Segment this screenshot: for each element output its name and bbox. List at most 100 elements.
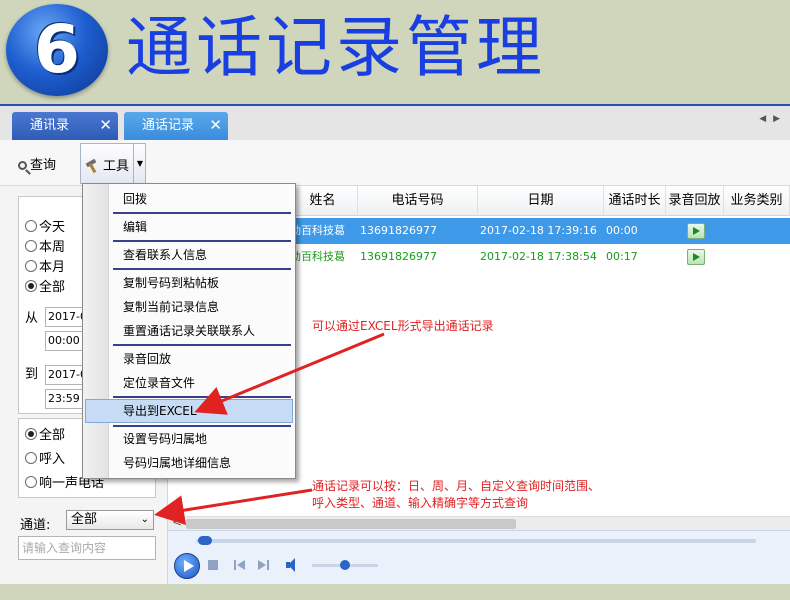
play-icon[interactable]	[174, 553, 200, 579]
menu-item-export-excel[interactable]: 导出到EXCEL	[123, 400, 197, 422]
tab-call-records[interactable]: 通话记录 ✕	[124, 112, 228, 140]
column-header-duration[interactable]: 通话时长	[604, 186, 666, 216]
cell-phone: 13691826977	[360, 224, 437, 237]
menu-item-callback[interactable]: 回拨	[123, 188, 147, 210]
cell-duration: 00:00	[606, 224, 638, 237]
radio-label: 呼入	[39, 452, 66, 467]
radio-icon	[25, 452, 37, 464]
scrollbar-thumb[interactable]	[186, 519, 516, 529]
menu-separator	[113, 396, 291, 398]
menu-gutter	[83, 184, 109, 478]
volume-icon[interactable]	[286, 558, 302, 572]
step-badge: 6	[6, 4, 108, 96]
tools-context-menu: 回拨 编辑 查看联系人信息 复制号码到粘帖板 复制当前记录信息 重置通话记录关联…	[82, 183, 296, 479]
menu-item-playback[interactable]: 录音回放	[123, 348, 171, 370]
radio-icon	[25, 280, 37, 292]
column-header-date[interactable]: 日期	[478, 186, 604, 216]
search-button[interactable]: 查询	[18, 154, 56, 173]
tab-label: 通讯录	[30, 118, 70, 133]
menu-item-edit[interactable]: 编辑	[123, 216, 147, 238]
tab-label: 通话记录	[142, 118, 195, 133]
radio-icon	[25, 476, 37, 488]
menu-separator	[113, 344, 291, 346]
stop-icon[interactable]	[208, 560, 218, 570]
close-icon[interactable]: ✕	[209, 112, 222, 139]
cell-name: 劲百科技葛	[290, 250, 345, 263]
tab-contacts[interactable]: 通讯录 ✕	[12, 112, 118, 140]
radio-label: 全部	[39, 280, 66, 295]
from-time-field[interactable]: 00:00	[45, 331, 85, 351]
search-input[interactable]	[18, 536, 156, 560]
menu-separator	[113, 268, 291, 270]
radio-today[interactable]: 今天	[25, 219, 65, 237]
radio-icon	[25, 220, 37, 232]
column-header-playback[interactable]: 录音回放	[666, 186, 724, 216]
play-icon[interactable]	[687, 223, 705, 239]
radio-label: 今天	[39, 220, 66, 235]
cell-date: 2017-02-18 17:38:54	[480, 250, 597, 263]
cell-phone: 13691826977	[360, 250, 437, 263]
chevron-down-icon[interactable]: ▼	[133, 144, 146, 183]
menu-item-location-details[interactable]: 号码归属地详细信息	[123, 452, 231, 474]
menu-item-reset-link[interactable]: 重置通话记录关联联系人	[123, 320, 255, 342]
scroll-left-icon[interactable]: <	[172, 515, 182, 529]
tab-strip: 通讯录 ✕ 通话记录 ✕ ◀ ▶	[0, 106, 790, 140]
play-icon[interactable]	[687, 249, 705, 265]
seek-slider[interactable]	[196, 539, 756, 543]
from-date-field[interactable]: 2017-0	[45, 307, 85, 327]
radio-all-period[interactable]: 全部	[25, 279, 65, 297]
to-label: 到	[25, 367, 39, 382]
tools-label: 工具	[103, 159, 130, 174]
channel-select[interactable]: 全部 ⌄	[66, 510, 154, 530]
horizontal-scrollbar[interactable]: <	[168, 515, 790, 530]
column-header-name[interactable]: 姓名	[288, 186, 358, 216]
radio-icon	[25, 240, 37, 252]
radio-call-all[interactable]: 全部	[25, 427, 65, 445]
chevron-down-icon: ⌄	[140, 514, 149, 525]
slide-title: 通话记录管理	[126, 9, 546, 86]
volume-slider-thumb[interactable]	[340, 560, 350, 570]
radio-label: 本月	[39, 260, 66, 275]
menu-item-locate-file[interactable]: 定位录音文件	[123, 372, 195, 394]
radio-icon	[25, 260, 37, 272]
channel-value: 全部	[71, 512, 98, 527]
menu-item-set-location[interactable]: 设置号码归属地	[123, 428, 207, 450]
cell-duration: 00:17	[606, 250, 638, 263]
search-label: 查询	[30, 158, 57, 173]
column-header-phone[interactable]: 电话号码	[358, 186, 478, 216]
radio-icon	[25, 428, 37, 440]
menu-item-copy-number[interactable]: 复制号码到粘帖板	[123, 272, 219, 294]
menu-item-copy-record[interactable]: 复制当前记录信息	[123, 296, 219, 318]
radio-this-week[interactable]: 本周	[25, 239, 65, 257]
cell-name: 劲百科技葛	[290, 224, 345, 237]
seek-slider-thumb[interactable]	[198, 536, 212, 545]
radio-label: 全部	[39, 428, 66, 443]
tab-scroll-arrows[interactable]: ◀ ▶	[759, 114, 782, 124]
previous-icon[interactable]	[234, 560, 246, 570]
column-header-business-type[interactable]: 业务类别	[724, 186, 790, 216]
tools-button[interactable]: 工具 ▼	[80, 143, 146, 184]
channel-label: 通道:	[20, 518, 51, 533]
toolbar: 查询 工具 ▼	[0, 140, 790, 186]
annotation-query-note-line2: 呼入类型、通道、输入精确字等方式查询	[312, 496, 529, 510]
search-icon	[18, 161, 27, 170]
to-time-field[interactable]: 23:59	[45, 389, 85, 409]
cell-date: 2017-02-18 17:39:16	[480, 224, 597, 237]
hammer-icon	[85, 159, 101, 171]
next-icon[interactable]	[258, 560, 270, 570]
audio-player	[168, 530, 790, 584]
step-number: 6	[34, 11, 80, 88]
annotation-query-note-line1: 通话记录可以按：日、周、月、自定义查询时间范围、	[312, 479, 601, 493]
to-date-field[interactable]: 2017-0	[45, 365, 85, 385]
radio-this-month[interactable]: 本月	[25, 259, 65, 277]
menu-separator	[113, 212, 291, 214]
radio-incoming[interactable]: 呼入	[25, 451, 65, 469]
menu-item-view-contact[interactable]: 查看联系人信息	[123, 244, 207, 266]
radio-label: 本周	[39, 240, 66, 255]
from-label: 从	[25, 311, 39, 326]
slide-header: 6 通话记录管理	[0, 0, 790, 104]
menu-separator	[113, 425, 291, 427]
annotation-export-note: 可以通过EXCEL形式导出通话记录	[312, 319, 494, 333]
close-icon[interactable]: ✕	[99, 112, 112, 139]
menu-separator	[113, 240, 291, 242]
